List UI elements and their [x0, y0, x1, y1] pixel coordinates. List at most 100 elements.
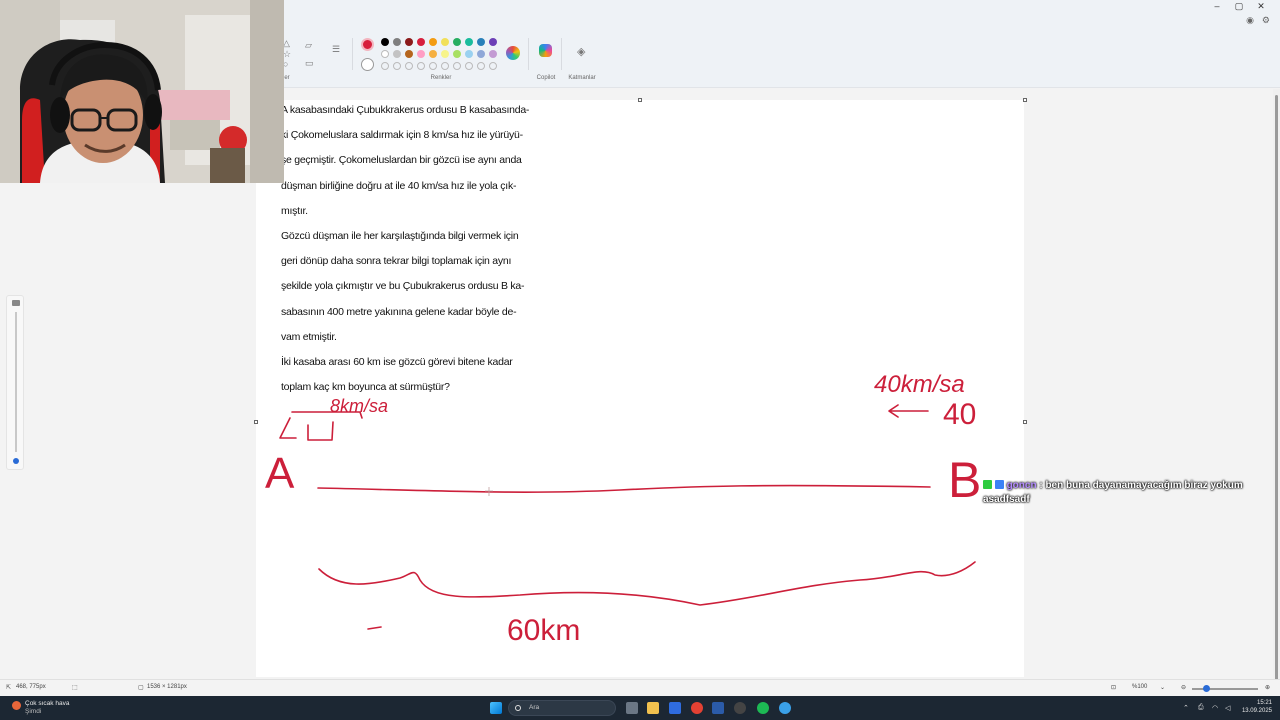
color-swatch[interactable]	[453, 62, 461, 70]
problem-line: İki kasaba arası 60 km ise gözcü görevi …	[281, 355, 513, 368]
copilot-label: Copilot	[536, 75, 556, 81]
maximize-button[interactable]: ▢	[1228, 0, 1250, 14]
color-swatch[interactable]	[417, 62, 425, 70]
color-swatch[interactable]	[417, 38, 425, 46]
color-swatch[interactable]	[393, 62, 401, 70]
color-swatch[interactable]	[405, 62, 413, 70]
shapes-label: ler	[283, 75, 290, 81]
color-swatch[interactable]	[429, 62, 437, 70]
minimize-button[interactable]: –	[1206, 0, 1228, 14]
color-swatch[interactable]	[453, 38, 461, 46]
search-placeholder: Ara	[529, 704, 540, 711]
chrome-icon[interactable]	[691, 702, 703, 714]
steam-icon[interactable]	[712, 702, 724, 714]
color-swatch[interactable]	[381, 38, 389, 46]
chevron-up-icon[interactable]: ⌃	[1183, 704, 1189, 712]
volume-icon[interactable]: ◁	[1225, 704, 1230, 712]
brush-size-icon[interactable]: ☰	[332, 44, 340, 55]
zoom-in-icon[interactable]: ⊕	[1265, 684, 1270, 691]
vertical-zoom-slider[interactable]	[6, 295, 24, 470]
vertical-scrollbar[interactable]	[1273, 89, 1280, 685]
clock-time: 15:21	[1256, 700, 1272, 706]
color-swatch[interactable]	[393, 50, 401, 58]
scroll-thumb[interactable]	[1275, 95, 1278, 685]
color-swatch[interactable]	[489, 50, 497, 58]
resize-handle-top[interactable]	[638, 98, 642, 102]
webcam-overlay	[0, 0, 284, 183]
color-swatch[interactable]	[489, 38, 497, 46]
cursor-position: 468, 775px	[16, 684, 46, 690]
color-swatch[interactable]	[465, 62, 473, 70]
color-swatch[interactable]	[441, 50, 449, 58]
selection-icon: ⬚	[72, 685, 78, 691]
canvas-size-icon: ▢	[138, 685, 144, 691]
outline-icon[interactable]: ▱	[305, 40, 312, 51]
zoom-slider-knob[interactable]	[1203, 685, 1210, 692]
color-swatch[interactable]	[405, 50, 413, 58]
chat-username[interactable]: goncn	[1007, 480, 1037, 491]
close-button[interactable]: ✕	[1250, 0, 1272, 14]
layers-icon[interactable]: ◈	[577, 45, 585, 58]
color-swatch[interactable]	[393, 38, 401, 46]
problem-line: geri dönüp daha sonra tekrar bilgi topla…	[281, 255, 512, 268]
color-swatch[interactable]	[429, 50, 437, 58]
start-icon[interactable]	[490, 702, 502, 714]
slider-knob[interactable]	[13, 458, 19, 464]
network-icon[interactable]: ⎙	[1198, 704, 1204, 712]
problem-line: düşman birliğine doğru at ile 40 km/sa h…	[281, 179, 517, 192]
problem-line: mıştır.	[281, 204, 308, 217]
color-swatch[interactable]	[477, 38, 485, 46]
color-swatch[interactable]	[453, 50, 461, 58]
problem-line: Gözcü düşman ile her karşılaştığında bil…	[281, 229, 519, 242]
taskbar: Çok sıcak hava Şimdi Ara ⌃ ⎙ ◠ ◁ 15:21 1…	[0, 696, 1280, 720]
fit-to-window-icon[interactable]: ⊡	[1111, 684, 1116, 691]
copilot-icon[interactable]	[539, 44, 552, 57]
color-swatch[interactable]	[489, 62, 497, 70]
color-swatch[interactable]	[441, 62, 449, 70]
chevron-down-icon[interactable]: ⌄	[1160, 684, 1165, 691]
obs-icon[interactable]	[734, 702, 746, 714]
zoom-out-icon[interactable]: ⊖	[1181, 684, 1186, 691]
weather-subtitle: Şimdi	[25, 708, 42, 715]
task-view-icon[interactable]	[626, 702, 638, 714]
color-swatch[interactable]	[417, 50, 425, 58]
file-explorer-icon[interactable]	[647, 702, 659, 714]
status-bar: ⇱ 468, 775px ⬚ ▢ 1536 × 1281px ⊡ %100 ⌄ …	[0, 679, 1280, 696]
copilot-app-icon[interactable]	[669, 702, 681, 714]
problem-line: ki Çokomeluslara saldırmak için 8 km/sa …	[281, 129, 523, 142]
spotify-icon[interactable]	[757, 702, 769, 714]
fill-icon[interactable]: ▭	[305, 58, 314, 69]
cursor-icon: ⇱	[6, 685, 12, 691]
resize-handle-top-right[interactable]	[1023, 98, 1027, 102]
color-swatch[interactable]	[441, 38, 449, 46]
primary-color-swatch[interactable]	[361, 38, 374, 51]
canvas-size: 1536 × 1281px	[147, 684, 187, 690]
search-input[interactable]: Ara	[508, 700, 616, 716]
zoom-level-select[interactable]: %100	[1132, 684, 1147, 690]
share-icon[interactable]: ◉	[1246, 15, 1254, 26]
problem-line: A kasabasındaki Çubukkrakerus ordusu B k…	[281, 104, 530, 116]
color-swatch[interactable]	[465, 38, 473, 46]
fit-icon	[12, 300, 20, 306]
problem-line: şe geçmiştir. Çokomeluslardan bir gözcü …	[281, 154, 522, 167]
problem-line: vam etmiştir.	[281, 330, 337, 343]
clock[interactable]: 15:21 13.09.2025	[1242, 699, 1272, 715]
resize-handle-left[interactable]	[254, 420, 258, 424]
color-swatch[interactable]	[381, 50, 389, 58]
color-swatch[interactable]	[477, 62, 485, 70]
secondary-color-swatch[interactable]	[361, 58, 374, 71]
paint-icon[interactable]	[779, 702, 791, 714]
color-swatch[interactable]	[405, 38, 413, 46]
resize-handle-right[interactable]	[1023, 420, 1027, 424]
color-swatch[interactable]	[477, 50, 485, 58]
clock-date: 13.09.2025	[1241, 708, 1272, 714]
color-swatch[interactable]	[465, 50, 473, 58]
color-swatch[interactable]	[429, 38, 437, 46]
edit-colors-icon[interactable]	[506, 46, 520, 60]
problem-line: sabasının 400 metre yakınına gelene kada…	[281, 305, 517, 318]
zoom-slider-track[interactable]	[1192, 688, 1258, 690]
color-swatch[interactable]	[381, 62, 389, 70]
settings-icon[interactable]: ⚙	[1262, 15, 1270, 26]
wifi-icon[interactable]: ◠	[1212, 704, 1218, 712]
shape-triangle-icon[interactable]: △	[283, 38, 290, 49]
